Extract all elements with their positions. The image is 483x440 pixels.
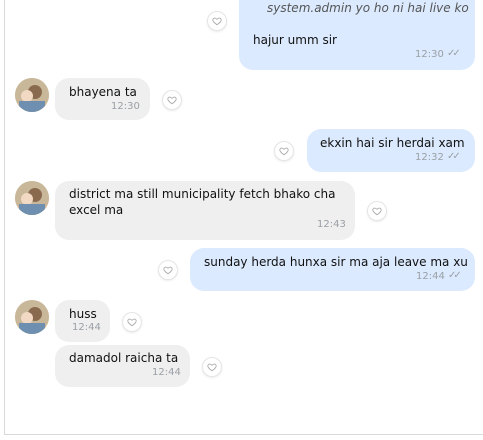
avatar[interactable] bbox=[15, 300, 49, 334]
message-bubble-outgoing[interactable]: ekxin hai sir herdai xam 12:32 ✓✓ bbox=[307, 129, 475, 172]
message-time: 12:44 bbox=[72, 322, 101, 333]
message-bubble-outgoing[interactable]: sunday herda hunxa sir ma aja leave ma x… bbox=[190, 248, 475, 291]
message-bubble-incoming[interactable]: damadol raicha ta 12:44 bbox=[55, 345, 190, 387]
avatar[interactable] bbox=[15, 78, 49, 112]
message-bubble-incoming[interactable]: district ma still municipality fetch bha… bbox=[55, 181, 355, 240]
message-text: ekxin hai sir herdai xam bbox=[320, 136, 465, 150]
heart-react-icon[interactable] bbox=[162, 90, 182, 110]
message-time: 12:43 bbox=[317, 219, 346, 230]
message-time: 12:44 bbox=[416, 271, 445, 282]
message-text: district ma still municipality fetch bha… bbox=[69, 187, 336, 217]
double-check-icon: ✓✓ bbox=[448, 270, 462, 281]
heart-react-icon[interactable] bbox=[274, 141, 294, 161]
avatar[interactable] bbox=[15, 181, 49, 215]
double-check-icon: ✓✓ bbox=[447, 48, 461, 59]
double-check-icon: ✓✓ bbox=[447, 151, 461, 162]
message-time: 12:30 bbox=[415, 49, 444, 60]
message-bubble-outgoing[interactable]: system.admin yo ho ni hai live ko hajur … bbox=[239, 0, 475, 70]
heart-react-icon[interactable] bbox=[207, 11, 227, 31]
message-bubble-incoming[interactable]: bhayena ta 12:30 bbox=[55, 78, 150, 120]
heart-react-icon[interactable] bbox=[122, 312, 142, 332]
message-text: sunday herda hunxa sir ma aja leave ma x… bbox=[204, 255, 468, 269]
message-time: 12:30 bbox=[111, 101, 140, 112]
message-text: bhayena ta bbox=[69, 85, 137, 99]
quoted-message: system.admin yo ho ni hai live ko bbox=[267, 1, 469, 15]
heart-react-icon[interactable] bbox=[158, 260, 178, 280]
heart-react-icon[interactable] bbox=[367, 201, 387, 221]
message-text: damadol raicha ta bbox=[69, 351, 179, 365]
message-text: hajur umm sir bbox=[253, 33, 337, 47]
message-bubble-incoming[interactable]: huss 12:44 bbox=[55, 300, 110, 342]
message-text: huss bbox=[69, 307, 97, 321]
message-time: 12:44 bbox=[152, 367, 181, 378]
message-time: 12:32 bbox=[415, 152, 444, 163]
heart-react-icon[interactable] bbox=[202, 357, 222, 377]
